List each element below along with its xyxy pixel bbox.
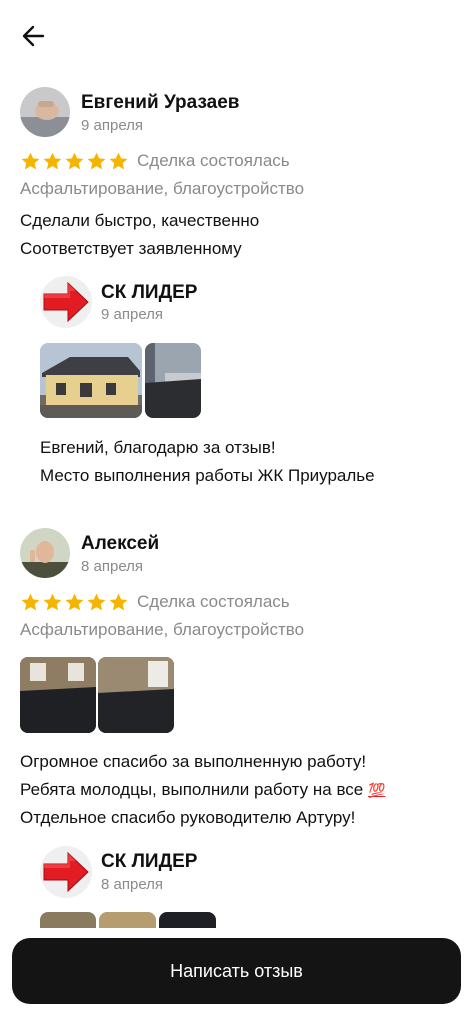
- arrow-left-icon: [22, 25, 45, 47]
- review-photo[interactable]: [145, 343, 201, 418]
- review-author[interactable]: Алексей: [81, 533, 159, 555]
- rating-row: Сделка состоялась: [20, 149, 290, 173]
- star-icon: [43, 593, 62, 610]
- review-category: Асфальтирование, благоустройство: [20, 620, 305, 639]
- star-icon: [65, 152, 84, 169]
- reply-text-line: Евгений, благодарю за отзыв!: [40, 438, 276, 457]
- review-text-line: Соответствует заявленному: [20, 239, 242, 258]
- reply-date: 8 апреля: [101, 876, 164, 893]
- review-text-line: Отдельное спасибо руководителю Артуру!: [20, 808, 356, 827]
- reply-text-line: Место выполнения работы ЖК Приуралье: [40, 466, 375, 485]
- hundred-points-emoji: 💯: [367, 782, 386, 798]
- star-icon: [43, 152, 62, 169]
- review-text-line: Ребята молодцы, выполнили работу на все …: [20, 780, 385, 800]
- reply-date: 9 апреля: [101, 306, 164, 323]
- star-icon: [109, 593, 128, 610]
- review-text-fragment: Ребята молодцы, выполнили работу на все: [20, 780, 364, 799]
- review-photo[interactable]: [40, 343, 142, 418]
- red-arrow-icon: [43, 851, 89, 893]
- deal-status: Сделка состоялась: [137, 151, 290, 170]
- red-arrow-icon: [43, 281, 89, 323]
- review-photo[interactable]: [98, 657, 174, 733]
- write-review-button[interactable]: Написать отзыв: [12, 938, 461, 1004]
- review-text-line: Огромное спасибо за выполненную работу!: [20, 752, 367, 771]
- rating-stars: [20, 151, 129, 172]
- star-icon: [87, 593, 106, 610]
- review-author[interactable]: Евгений Уразаев: [81, 92, 239, 114]
- review-photo[interactable]: [20, 657, 96, 733]
- review-date: 8 апреля: [81, 558, 144, 575]
- star-icon: [109, 152, 128, 169]
- review-category: Асфальтирование, благоустройство: [20, 179, 305, 198]
- reply-company-name[interactable]: СК ЛИДЕР: [101, 851, 197, 873]
- deal-status: Сделка состоялась: [137, 592, 290, 611]
- rating-stars: [20, 592, 129, 613]
- star-icon: [21, 593, 40, 610]
- review-text-line: Сделали быстро, качественно: [20, 211, 260, 230]
- rating-row: Сделка состоялась: [20, 590, 290, 614]
- review-date: 9 апреля: [81, 117, 144, 134]
- company-logo[interactable]: [40, 846, 92, 898]
- avatar[interactable]: [20, 528, 70, 578]
- back-button[interactable]: [14, 18, 54, 54]
- avatar[interactable]: [20, 87, 70, 137]
- star-icon: [65, 593, 84, 610]
- reply-company-name[interactable]: СК ЛИДЕР: [101, 282, 197, 304]
- star-icon: [87, 152, 106, 169]
- company-logo[interactable]: [40, 276, 92, 328]
- star-icon: [21, 152, 40, 169]
